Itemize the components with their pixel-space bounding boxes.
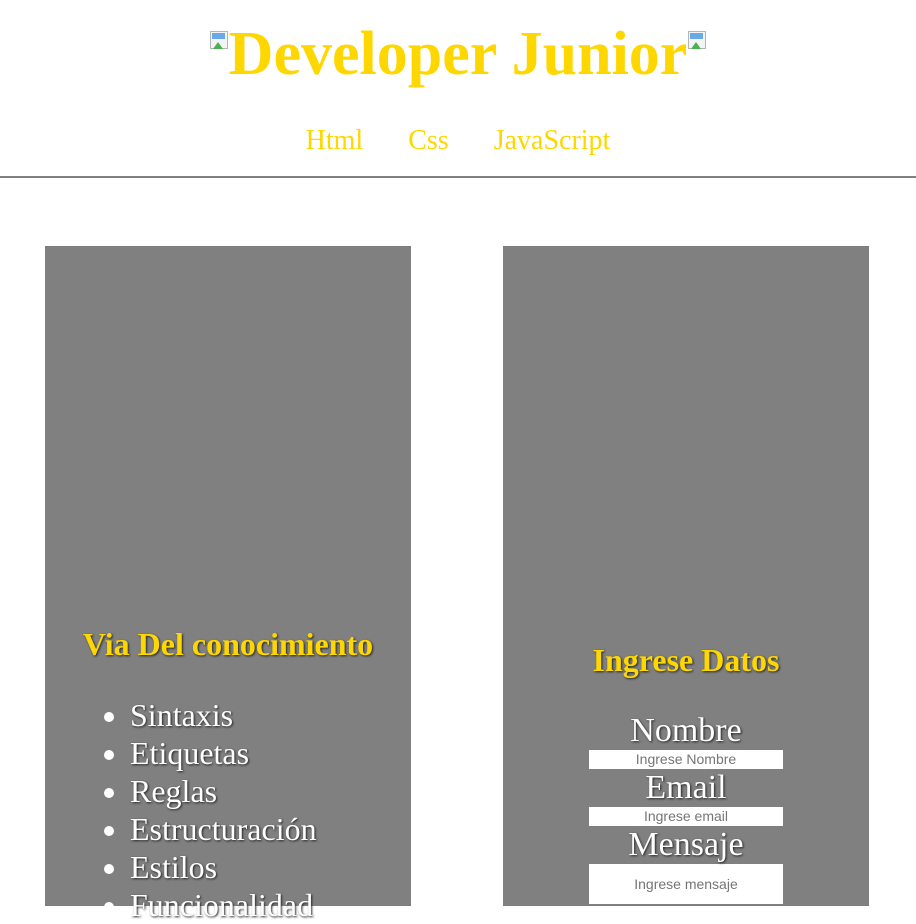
site-header: Developer Junior Html Css JavaScript bbox=[0, 0, 916, 178]
form-card-title: Ingrese Datos bbox=[592, 642, 780, 678]
form-card: Ingrese Datos Nombre Email Mensaje bbox=[503, 246, 869, 906]
email-input[interactable] bbox=[589, 807, 783, 826]
site-title: Developer Junior bbox=[228, 20, 688, 88]
knowledge-card-title: Via Del conocimiento bbox=[82, 626, 374, 662]
list-item: Etiquetas bbox=[130, 734, 317, 772]
knowledge-card: Via Del conocimiento Sintaxis Etiquetas … bbox=[45, 246, 411, 923]
nav-link-html[interactable]: Html bbox=[306, 125, 364, 157]
list-item: Reglas bbox=[130, 772, 317, 810]
email-label: Email bbox=[645, 769, 727, 806]
list-item: Estructuración bbox=[130, 810, 317, 848]
list-item: Funcionalidad bbox=[130, 886, 317, 924]
message-input[interactable] bbox=[589, 864, 783, 904]
topic-list: Sintaxis Etiquetas Reglas Estructuración… bbox=[45, 696, 317, 924]
contact-form: Nombre Email Mensaje bbox=[503, 712, 869, 904]
nav-link-javascript[interactable]: JavaScript bbox=[494, 125, 611, 157]
nav-link-css[interactable]: Css bbox=[408, 125, 448, 157]
main-nav: Html Css JavaScript bbox=[0, 125, 916, 157]
name-label: Nombre bbox=[630, 712, 742, 749]
broken-image-icon bbox=[688, 31, 707, 51]
title-row: Developer Junior bbox=[0, 14, 916, 94]
name-input[interactable] bbox=[589, 750, 783, 769]
list-item: Estilos bbox=[130, 848, 317, 886]
message-label: Mensaje bbox=[628, 826, 744, 863]
list-item: Sintaxis bbox=[130, 696, 317, 734]
broken-image-icon bbox=[209, 31, 228, 51]
